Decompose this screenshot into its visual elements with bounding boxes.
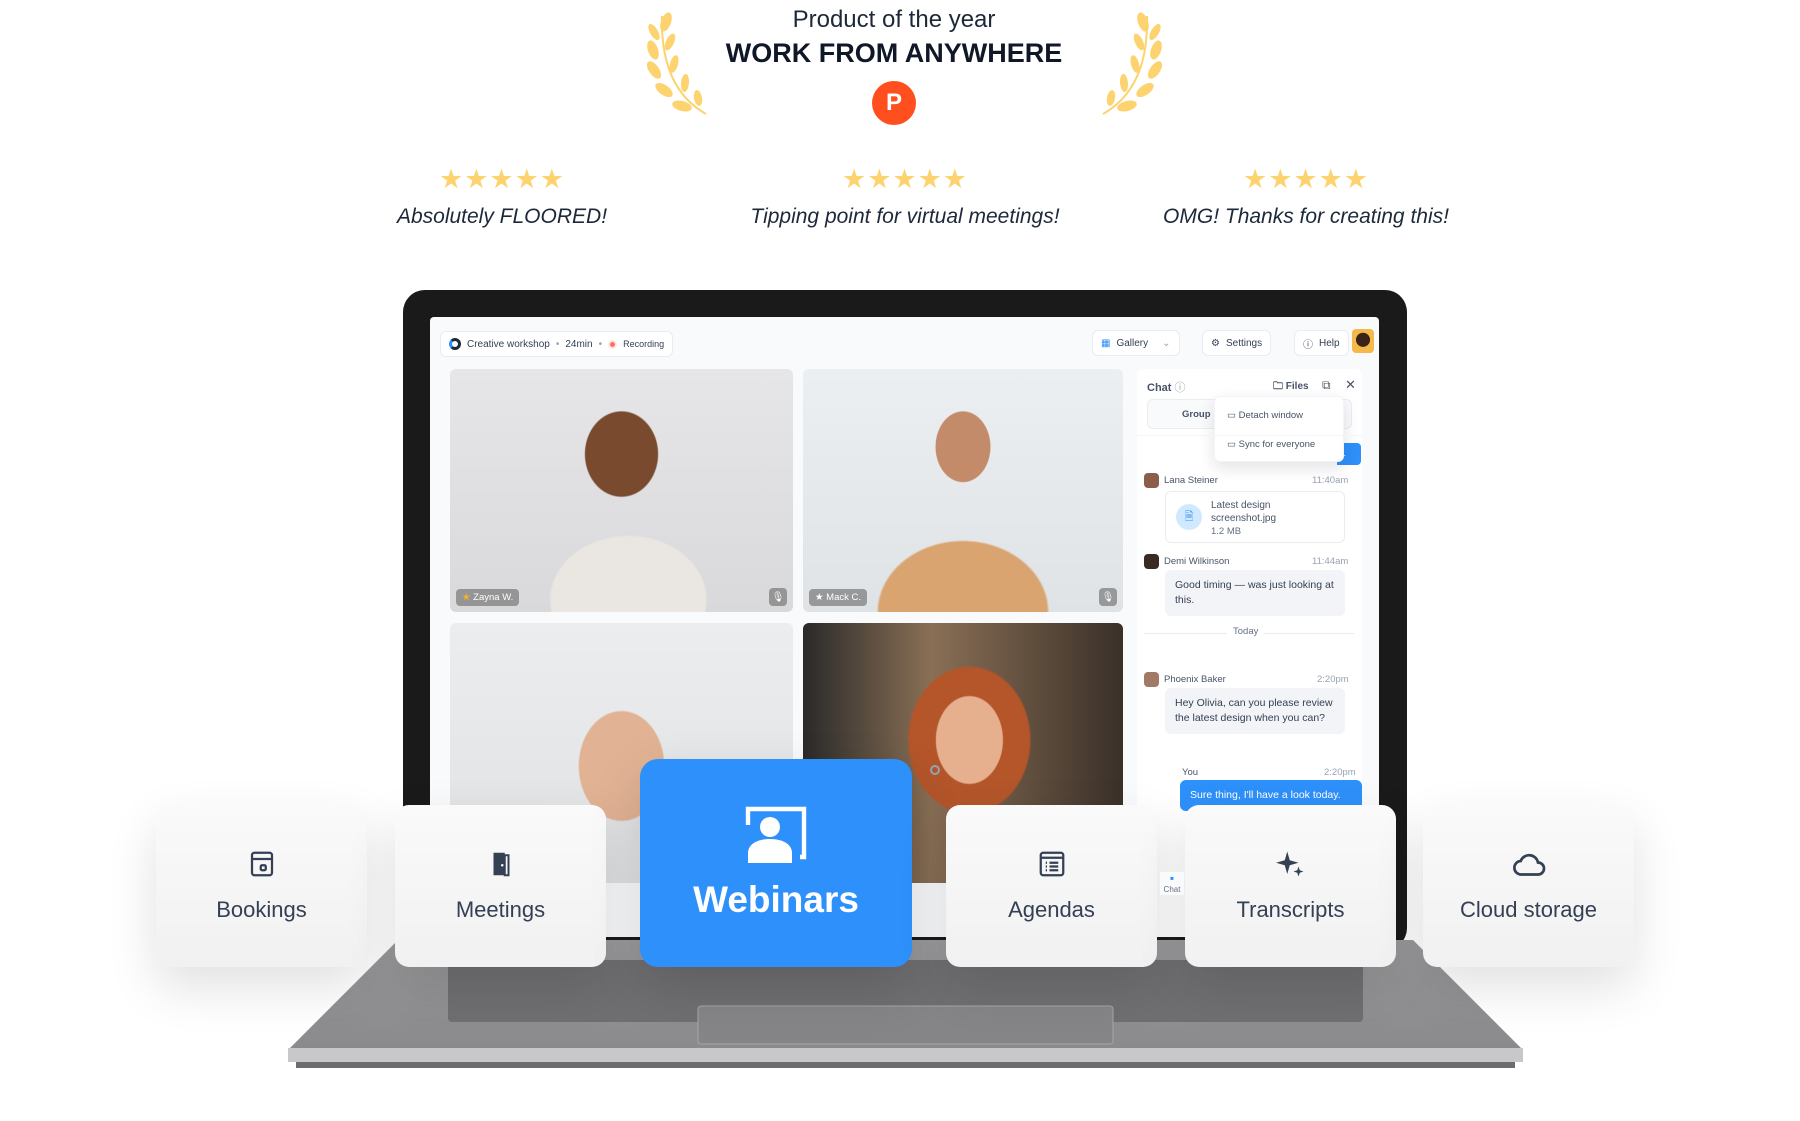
- mic-icon[interactable]: 🎙: [769, 588, 787, 606]
- message-time: 11:44am: [1312, 556, 1349, 567]
- star-icon: ★: [815, 592, 824, 603]
- help-icon: ⓘ: [1303, 339, 1313, 351]
- file-attachment[interactable]: 🗎 Latest design screenshot.jpg 1.2 MB: [1165, 491, 1345, 543]
- meeting-title: Creative workshop: [467, 338, 550, 350]
- meeting-duration: 24min: [565, 338, 593, 350]
- gallery-view-dropdown[interactable]: ▦ Gallery ⌄: [1092, 330, 1180, 356]
- cloud-icon: [1512, 853, 1545, 876]
- info-icon: ⓘ: [1174, 382, 1186, 394]
- product-hunt-logo: P: [872, 81, 916, 125]
- rating-stars: ★★★★★: [1242, 164, 1370, 194]
- chat-options-menu: ▭ Detach window ▭ Sync for everyone: [1214, 396, 1344, 462]
- message-sender: Demi Wilkinson: [1164, 556, 1230, 567]
- presenter-icon: [745, 806, 807, 863]
- rating-stars: ★★★★★: [438, 164, 566, 194]
- menu-label: Detach window: [1238, 410, 1304, 421]
- sparkle-icon: [1275, 851, 1303, 877]
- file-icon: 🗎: [1176, 504, 1202, 530]
- feature-card-cloud-storage[interactable]: Cloud storage: [1423, 805, 1634, 967]
- gear-icon: ⚙: [1211, 337, 1220, 349]
- message-time: 11:40am: [1312, 475, 1349, 486]
- avatar: [1144, 473, 1159, 488]
- door-icon: [493, 852, 509, 877]
- control-dot-icon[interactable]: [930, 765, 940, 775]
- files-button[interactable]: 🗀 Files: [1273, 379, 1309, 396]
- feature-label: Webinars: [693, 879, 859, 920]
- feature-label: Cloud storage: [1460, 897, 1597, 922]
- list-icon: [1039, 851, 1064, 877]
- feature-label: Meetings: [455, 897, 546, 922]
- recording-status: Recording: [623, 339, 665, 349]
- rating-stars: ★★★★★: [841, 164, 969, 194]
- avatar[interactable]: [1352, 329, 1374, 353]
- message-time: 2:20pm: [1324, 767, 1356, 778]
- feature-card-bookings[interactable]: Bookings: [156, 805, 367, 967]
- participant-name: Mack C.: [826, 592, 862, 603]
- message-time: 2:20pm: [1317, 674, 1349, 685]
- date-divider: Today: [1227, 626, 1265, 637]
- help-button[interactable]: ⓘ Help: [1294, 330, 1349, 356]
- file-name: Latest design screenshot.jpg: [1211, 500, 1277, 524]
- participant-name: Zayna W.: [473, 592, 514, 603]
- close-icon[interactable]: ✕: [1345, 377, 1356, 393]
- meeting-info: Creative workshop • 24min • Recording: [440, 331, 674, 357]
- star-icon: ★: [462, 592, 471, 603]
- participant-name-tag: ★ Zayna W.: [456, 589, 520, 606]
- avatar: [1144, 672, 1159, 687]
- feature-label: Agendas: [1008, 897, 1095, 922]
- chevron-down-icon: ⌄: [1162, 337, 1171, 349]
- help-label: Help: [1319, 337, 1340, 349]
- chat-icon: ▪: [1169, 871, 1175, 885]
- message-sender: Phoenix Baker: [1164, 674, 1226, 685]
- settings-label: Settings: [1225, 337, 1263, 349]
- feature-card-agendas[interactable]: Agendas: [946, 805, 1157, 967]
- video-tile[interactable]: ★ Zayna W. 🎙: [450, 369, 793, 612]
- participant-name-tag: ★ Mack C.: [809, 589, 868, 606]
- folder-icon: 🗀: [1273, 381, 1283, 392]
- feature-card-transcripts[interactable]: Transcripts: [1185, 805, 1396, 967]
- review-quote: Absolutely FLOORED!: [396, 205, 608, 228]
- view-label: Gallery: [1116, 337, 1149, 349]
- avatar: [1144, 554, 1159, 569]
- detach-icon[interactable]: ⧉: [1322, 378, 1331, 393]
- review-quote: OMG! Thanks for creating this!: [1163, 205, 1449, 228]
- window-icon: ▭: [1227, 410, 1236, 421]
- tab-group[interactable]: Group: [1182, 409, 1211, 420]
- award-subtitle: Product of the year: [792, 6, 996, 33]
- feature-label: Bookings: [216, 897, 307, 922]
- file-size: 1.2 MB: [1211, 526, 1242, 537]
- menu-label: Sync for everyone: [1238, 439, 1316, 450]
- files-label: Files: [1285, 381, 1309, 392]
- grid-icon: ▦: [1101, 337, 1111, 349]
- message-sender: You: [1182, 767, 1199, 778]
- settings-button[interactable]: ⚙ Settings: [1202, 330, 1272, 356]
- chat-side-button[interactable]: ▪ Chat: [1160, 872, 1184, 895]
- review-quote: Tipping point for virtual meetings!: [750, 205, 1060, 228]
- sync-icon: ▭: [1227, 439, 1236, 450]
- meeting-logo-icon: [449, 338, 461, 350]
- calendar-icon: [250, 851, 273, 877]
- menu-item-sync[interactable]: ▭ Sync for everyone: [1227, 439, 1315, 450]
- mic-icon[interactable]: 🎙: [1099, 588, 1117, 606]
- feature-label: Transcripts: [1236, 897, 1345, 922]
- award-title: WORK FROM ANYWHERE: [725, 38, 1063, 68]
- chat-title: Chat ⓘ: [1147, 379, 1186, 395]
- chat-side-label: Chat: [1163, 885, 1181, 894]
- message-bubble: Hey Olivia, can you please review the la…: [1165, 688, 1345, 734]
- message-bubble: Good timing — was just looking at this.: [1165, 570, 1345, 616]
- menu-item-detach-window[interactable]: ▭ Detach window: [1227, 410, 1303, 421]
- video-tile[interactable]: ★ Mack C. 🎙: [803, 369, 1123, 612]
- message-sender: Lana Steiner: [1164, 475, 1218, 486]
- feature-card-meetings[interactable]: Meetings: [395, 805, 606, 967]
- chat-title-text: Chat: [1147, 382, 1172, 394]
- recording-icon: [608, 339, 618, 349]
- feature-card-webinars[interactable]: Webinars: [640, 759, 912, 967]
